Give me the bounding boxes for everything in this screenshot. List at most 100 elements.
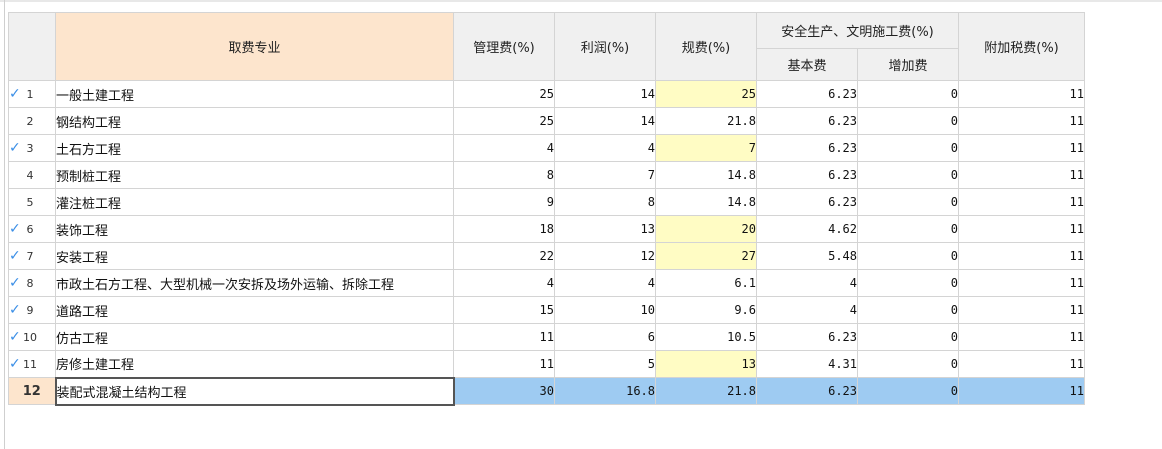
category-name-cell[interactable]: 装饰工程 (55, 215, 454, 243)
management-fee-cell[interactable]: 4 (453, 269, 555, 297)
table-row[interactable]: ✓ 6 装饰工程 18 13 20 4.62 0 11 (8, 215, 1085, 243)
regulation-fee-cell[interactable]: 21.8 (655, 107, 757, 135)
regulation-fee-cell[interactable]: 14.8 (655, 161, 757, 189)
row-index-cell[interactable]: 2 (8, 107, 56, 135)
row-index-cell[interactable]: ✓ 1 (8, 80, 56, 108)
safety-extra-cell[interactable]: 0 (857, 107, 959, 135)
surtax-cell[interactable]: 11 (958, 269, 1085, 297)
surtax-cell[interactable]: 11 (958, 188, 1085, 216)
surtax-cell[interactable]: 11 (958, 377, 1085, 405)
safety-fee-group-header[interactable]: 安全生产、文明施工费(%) (756, 12, 959, 49)
category-name-cell[interactable]: 预制桩工程 (55, 161, 454, 189)
safety-extra-cell[interactable]: 0 (857, 377, 959, 405)
management-fee-cell[interactable]: 18 (453, 215, 555, 243)
category-name-cell[interactable]: 钢结构工程 (55, 107, 454, 135)
category-name-cell[interactable]: 市政土石方工程、大型机械一次安拆及场外运输、拆除工程 (55, 269, 454, 297)
profit-cell[interactable]: 5 (554, 350, 656, 378)
regulation-fee-header[interactable]: 规费(%) (655, 12, 757, 81)
table-row[interactable]: ✓ 8 市政土石方工程、大型机械一次安拆及场外运输、拆除工程 4 4 6.1 4 … (8, 269, 1085, 297)
row-index-cell[interactable]: 4 (8, 161, 56, 189)
regulation-fee-cell[interactable]: 20 (655, 215, 757, 243)
safety-extra-cell[interactable]: 0 (857, 161, 959, 189)
safety-base-cell[interactable]: 6.23 (756, 80, 858, 108)
safety-extra-cell[interactable]: 0 (857, 215, 959, 243)
surtax-cell[interactable]: 11 (958, 80, 1085, 108)
row-index-cell[interactable]: ✓ 7 (8, 242, 56, 270)
row-index-cell[interactable]: ✓ 11 (8, 350, 56, 378)
profit-cell[interactable]: 14 (554, 107, 656, 135)
surtax-cell[interactable]: 11 (958, 161, 1085, 189)
row-index-cell[interactable]: ✓ 9 (8, 296, 56, 324)
table-row[interactable]: 5 灌注桩工程 9 8 14.8 6.23 0 11 (8, 188, 1085, 216)
safety-extra-cell[interactable]: 0 (857, 242, 959, 270)
category-name-cell[interactable]: 道路工程 (55, 296, 454, 324)
management-fee-cell[interactable]: 11 (453, 350, 555, 378)
regulation-fee-cell[interactable]: 27 (655, 242, 757, 270)
surtax-header[interactable]: 附加税费(%) (958, 12, 1085, 81)
profit-cell[interactable]: 10 (554, 296, 656, 324)
management-fee-cell[interactable]: 9 (453, 188, 555, 216)
safety-extra-cell[interactable]: 0 (857, 188, 959, 216)
management-fee-cell[interactable]: 25 (453, 80, 555, 108)
profit-cell[interactable]: 4 (554, 269, 656, 297)
safety-base-cell[interactable]: 4.62 (756, 215, 858, 243)
regulation-fee-cell[interactable]: 25 (655, 80, 757, 108)
row-index-cell[interactable]: 12 (8, 377, 56, 405)
row-index-cell[interactable]: ✓ 8 (8, 269, 56, 297)
surtax-cell[interactable]: 11 (958, 323, 1085, 351)
category-name-cell[interactable]: 房修土建工程 (55, 350, 454, 378)
table-row[interactable]: ✓ 3 土石方工程 4 4 7 6.23 0 11 (8, 134, 1085, 162)
row-index-cell[interactable]: 5 (8, 188, 56, 216)
safety-extra-cell[interactable]: 0 (857, 134, 959, 162)
safety-extra-header[interactable]: 增加费 (857, 48, 959, 81)
profit-cell[interactable]: 7 (554, 161, 656, 189)
table-row-selected[interactable]: 12 装配式混凝土结构工程 30 16.8 21.8 6.23 0 11 (8, 376, 1085, 406)
safety-extra-cell[interactable]: 0 (857, 80, 959, 108)
management-fee-cell[interactable]: 4 (453, 134, 555, 162)
category-name-cell[interactable]: 土石方工程 (55, 134, 454, 162)
safety-base-cell[interactable]: 6.23 (756, 107, 858, 135)
safety-base-cell[interactable]: 4.31 (756, 350, 858, 378)
table-row[interactable]: 2 钢结构工程 25 14 21.8 6.23 0 11 (8, 107, 1085, 135)
surtax-cell[interactable]: 11 (958, 296, 1085, 324)
table-row[interactable]: ✓ 1 一般土建工程 25 14 25 6.23 0 11 (8, 80, 1085, 108)
profit-cell[interactable]: 16.8 (554, 377, 656, 405)
profit-header[interactable]: 利润(%) (554, 12, 656, 81)
regulation-fee-cell[interactable]: 14.8 (655, 188, 757, 216)
surtax-cell[interactable]: 11 (958, 242, 1085, 270)
safety-base-cell[interactable]: 6.23 (756, 134, 858, 162)
category-header[interactable]: 取费专业 (55, 12, 454, 81)
regulation-fee-cell[interactable]: 9.6 (655, 296, 757, 324)
safety-extra-cell[interactable]: 0 (857, 269, 959, 297)
surtax-cell[interactable]: 11 (958, 134, 1085, 162)
safety-base-cell[interactable]: 5.48 (756, 242, 858, 270)
regulation-fee-cell[interactable]: 10.5 (655, 323, 757, 351)
table-row[interactable]: ✓ 10 仿古工程 11 6 10.5 6.23 0 11 (8, 323, 1085, 351)
surtax-cell[interactable]: 11 (958, 107, 1085, 135)
safety-base-header[interactable]: 基本费 (756, 48, 858, 81)
management-fee-cell[interactable]: 8 (453, 161, 555, 189)
row-index-cell[interactable]: ✓ 3 (8, 134, 56, 162)
profit-cell[interactable]: 8 (554, 188, 656, 216)
management-fee-cell[interactable]: 30 (453, 377, 555, 405)
safety-base-cell[interactable]: 6.23 (756, 377, 858, 405)
safety-extra-cell[interactable]: 0 (857, 323, 959, 351)
table-row[interactable]: ✓ 11 房修土建工程 11 5 13 4.31 0 11 (8, 350, 1085, 378)
table-row[interactable]: ✓ 7 安装工程 22 12 27 5.48 0 11 (8, 242, 1085, 270)
surtax-cell[interactable]: 11 (958, 215, 1085, 243)
profit-cell[interactable]: 14 (554, 80, 656, 108)
safety-base-cell[interactable]: 4 (756, 269, 858, 297)
safety-extra-cell[interactable]: 0 (857, 350, 959, 378)
regulation-fee-cell[interactable]: 7 (655, 134, 757, 162)
profit-cell[interactable]: 13 (554, 215, 656, 243)
table-row[interactable]: ✓ 9 道路工程 15 10 9.6 4 0 11 (8, 296, 1085, 324)
safety-base-cell[interactable]: 4 (756, 296, 858, 324)
category-name-cell[interactable]: 灌注桩工程 (55, 188, 454, 216)
profit-cell[interactable]: 12 (554, 242, 656, 270)
safety-base-cell[interactable]: 6.23 (756, 161, 858, 189)
management-fee-header[interactable]: 管理费(%) (453, 12, 555, 81)
category-name-cell[interactable]: 装配式混凝土结构工程 (54, 376, 455, 406)
management-fee-cell[interactable]: 22 (453, 242, 555, 270)
category-name-cell[interactable]: 仿古工程 (55, 323, 454, 351)
safety-extra-cell[interactable]: 0 (857, 296, 959, 324)
